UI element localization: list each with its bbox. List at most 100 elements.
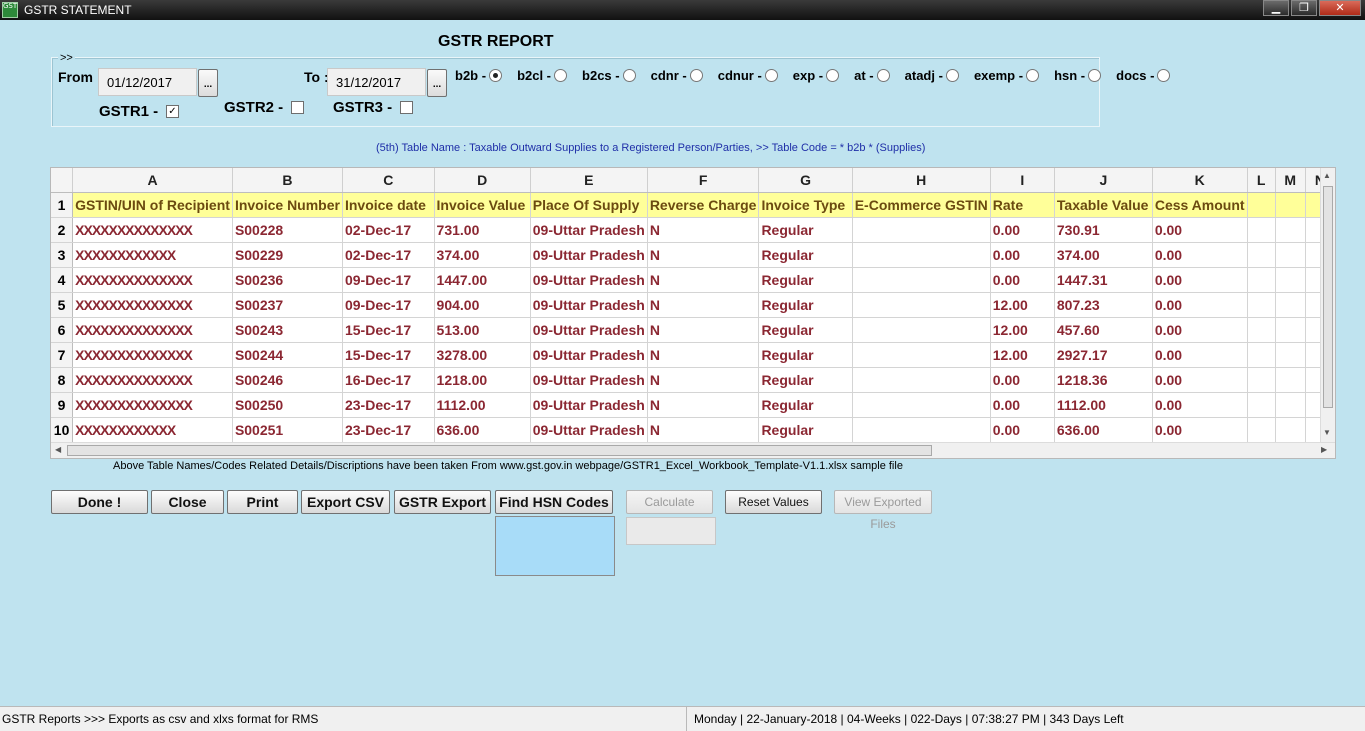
grid-cell[interactable]: Invoice date bbox=[342, 192, 435, 218]
grid-cell[interactable]: N bbox=[647, 342, 760, 368]
row-number[interactable]: 9 bbox=[51, 392, 74, 418]
grid-cell[interactable]: XXXXXXXXXXXXXX bbox=[72, 267, 233, 293]
table-code-radio[interactable] bbox=[554, 69, 568, 82]
grid-cell[interactable]: 15-Dec-17 bbox=[342, 317, 435, 343]
grid-cell[interactable]: 1218.00 bbox=[434, 367, 531, 393]
grid-cell[interactable]: 23-Dec-17 bbox=[342, 392, 435, 418]
grid-cell[interactable]: 0.00 bbox=[1152, 417, 1248, 443]
grid-cell[interactable]: 09-Uttar Pradesh bbox=[530, 342, 648, 368]
table-code-option[interactable]: at - bbox=[854, 68, 890, 83]
grid-cell[interactable]: 09-Dec-17 bbox=[342, 267, 435, 293]
row-number[interactable]: 2 bbox=[51, 217, 74, 243]
table-code-radio[interactable] bbox=[1026, 69, 1040, 82]
print-button[interactable]: Print bbox=[227, 490, 298, 514]
grid-cell[interactable]: Regular bbox=[758, 392, 853, 418]
grid-cell[interactable]: 12.00 bbox=[990, 292, 1055, 318]
table-code-option[interactable]: cdnr - bbox=[651, 68, 703, 83]
grid-cell[interactable]: N bbox=[647, 392, 760, 418]
grid-cell[interactable]: 0.00 bbox=[990, 417, 1055, 443]
grid-cell[interactable]: S00228 bbox=[232, 217, 343, 243]
column-header[interactable]: C bbox=[342, 168, 435, 193]
find-hsn-codes-button[interactable]: Find HSN Codes bbox=[495, 490, 613, 514]
grid-cell[interactable]: N bbox=[647, 267, 760, 293]
row-number[interactable]: 1 bbox=[51, 192, 74, 218]
row-number[interactable]: 6 bbox=[51, 317, 74, 343]
grid-cell[interactable] bbox=[1275, 367, 1306, 393]
grid-cell[interactable] bbox=[852, 217, 991, 243]
column-header[interactable]: K bbox=[1152, 168, 1248, 193]
grid-cell[interactable]: 1447.31 bbox=[1054, 267, 1153, 293]
grid-cell[interactable]: 0.00 bbox=[990, 242, 1055, 268]
grid-cell[interactable]: 09-Uttar Pradesh bbox=[530, 267, 648, 293]
grid-cell[interactable]: 374.00 bbox=[434, 242, 531, 268]
grid-cell[interactable] bbox=[1275, 392, 1306, 418]
grid-cell[interactable]: Regular bbox=[758, 367, 853, 393]
row-number[interactable]: 10 bbox=[51, 417, 74, 443]
to-date-picker-button[interactable]: ... bbox=[427, 69, 447, 97]
grid-cell[interactable]: N bbox=[647, 417, 760, 443]
scroll-right-icon[interactable]: ▶ bbox=[1321, 445, 1327, 454]
close-button[interactable]: Close bbox=[151, 490, 224, 514]
table-code-radio[interactable] bbox=[622, 69, 636, 82]
grid-cell[interactable] bbox=[852, 242, 991, 268]
corner-cell[interactable] bbox=[51, 168, 74, 193]
scroll-up-icon[interactable]: ▲ bbox=[1323, 171, 1331, 180]
grid-cell[interactable]: Regular bbox=[758, 317, 853, 343]
gstr3-checkbox[interactable] bbox=[400, 101, 413, 114]
grid-cell[interactable]: Invoice Number bbox=[232, 192, 343, 218]
spreadsheet-grid[interactable]: ABCDEFGHIJKLMN1GSTIN/UIN of RecipientInv… bbox=[50, 167, 1336, 459]
column-header[interactable]: F bbox=[647, 168, 760, 193]
table-code-option[interactable]: b2b - bbox=[455, 68, 503, 83]
column-header[interactable]: M bbox=[1275, 168, 1306, 193]
grid-cell[interactable] bbox=[852, 417, 991, 443]
table-code-radio[interactable] bbox=[689, 69, 703, 82]
column-header[interactable]: D bbox=[434, 168, 531, 193]
table-code-radio[interactable] bbox=[1157, 69, 1171, 82]
grid-cell[interactable]: 09-Uttar Pradesh bbox=[530, 367, 648, 393]
grid-cell[interactable] bbox=[1275, 267, 1306, 293]
grid-cell[interactable] bbox=[1247, 392, 1276, 418]
grid-cell[interactable]: 2927.17 bbox=[1054, 342, 1153, 368]
grid-cell[interactable]: Regular bbox=[758, 217, 853, 243]
grid-cell[interactable] bbox=[1247, 192, 1276, 218]
column-header[interactable]: G bbox=[758, 168, 853, 193]
calculate-values-button[interactable]: Calculate Values bbox=[626, 490, 713, 531]
table-code-option[interactable]: exemp - bbox=[974, 68, 1040, 83]
grid-cell[interactable] bbox=[1247, 317, 1276, 343]
grid-cell[interactable]: 513.00 bbox=[434, 317, 531, 343]
grid-cell[interactable]: S00250 bbox=[232, 392, 343, 418]
table-code-radio[interactable] bbox=[1088, 69, 1102, 82]
column-header[interactable]: L bbox=[1247, 168, 1276, 193]
close-window-button[interactable]: ✕ bbox=[1319, 0, 1361, 16]
grid-cell[interactable]: 0.00 bbox=[1152, 342, 1248, 368]
grid-cell[interactable]: Invoice Type bbox=[758, 192, 853, 218]
grid-cell[interactable]: XXXXXXXXXXXXXX bbox=[72, 292, 233, 318]
grid-cell[interactable]: XXXXXXXXXXXX bbox=[72, 417, 233, 443]
grid-cell[interactable]: 09-Uttar Pradesh bbox=[530, 292, 648, 318]
minimize-button[interactable]: ▁ bbox=[1263, 0, 1289, 16]
grid-cell[interactable]: 02-Dec-17 bbox=[342, 217, 435, 243]
export-csv-button[interactable]: Export CSV bbox=[301, 490, 390, 514]
grid-cell[interactable]: XXXXXXXXXXXX bbox=[72, 242, 233, 268]
grid-cell[interactable] bbox=[1247, 267, 1276, 293]
grid-cell[interactable]: 0.00 bbox=[1152, 392, 1248, 418]
grid-cell[interactable]: 09-Uttar Pradesh bbox=[530, 217, 648, 243]
grid-cell[interactable]: S00237 bbox=[232, 292, 343, 318]
grid-cell[interactable]: 1112.00 bbox=[1054, 392, 1153, 418]
table-code-radio[interactable] bbox=[826, 69, 840, 82]
grid-cell[interactable]: XXXXXXXXXXXXXX bbox=[72, 342, 233, 368]
done-button[interactable]: Done ! bbox=[51, 490, 148, 514]
grid-cell[interactable] bbox=[852, 292, 991, 318]
row-number[interactable]: 7 bbox=[51, 342, 74, 368]
grid-cell[interactable] bbox=[1275, 417, 1306, 443]
grid-cell[interactable]: XXXXXXXXXXXXXX bbox=[72, 392, 233, 418]
grid-cell[interactable]: S00236 bbox=[232, 267, 343, 293]
vertical-scroll-thumb[interactable] bbox=[1323, 186, 1333, 408]
table-code-radio[interactable] bbox=[764, 69, 778, 82]
grid-cell[interactable]: 636.00 bbox=[1054, 417, 1153, 443]
grid-cell[interactable]: 1112.00 bbox=[434, 392, 531, 418]
grid-cell[interactable] bbox=[852, 267, 991, 293]
grid-cell[interactable]: 807.23 bbox=[1054, 292, 1153, 318]
grid-cell[interactable]: Regular bbox=[758, 267, 853, 293]
grid-cell[interactable] bbox=[852, 317, 991, 343]
